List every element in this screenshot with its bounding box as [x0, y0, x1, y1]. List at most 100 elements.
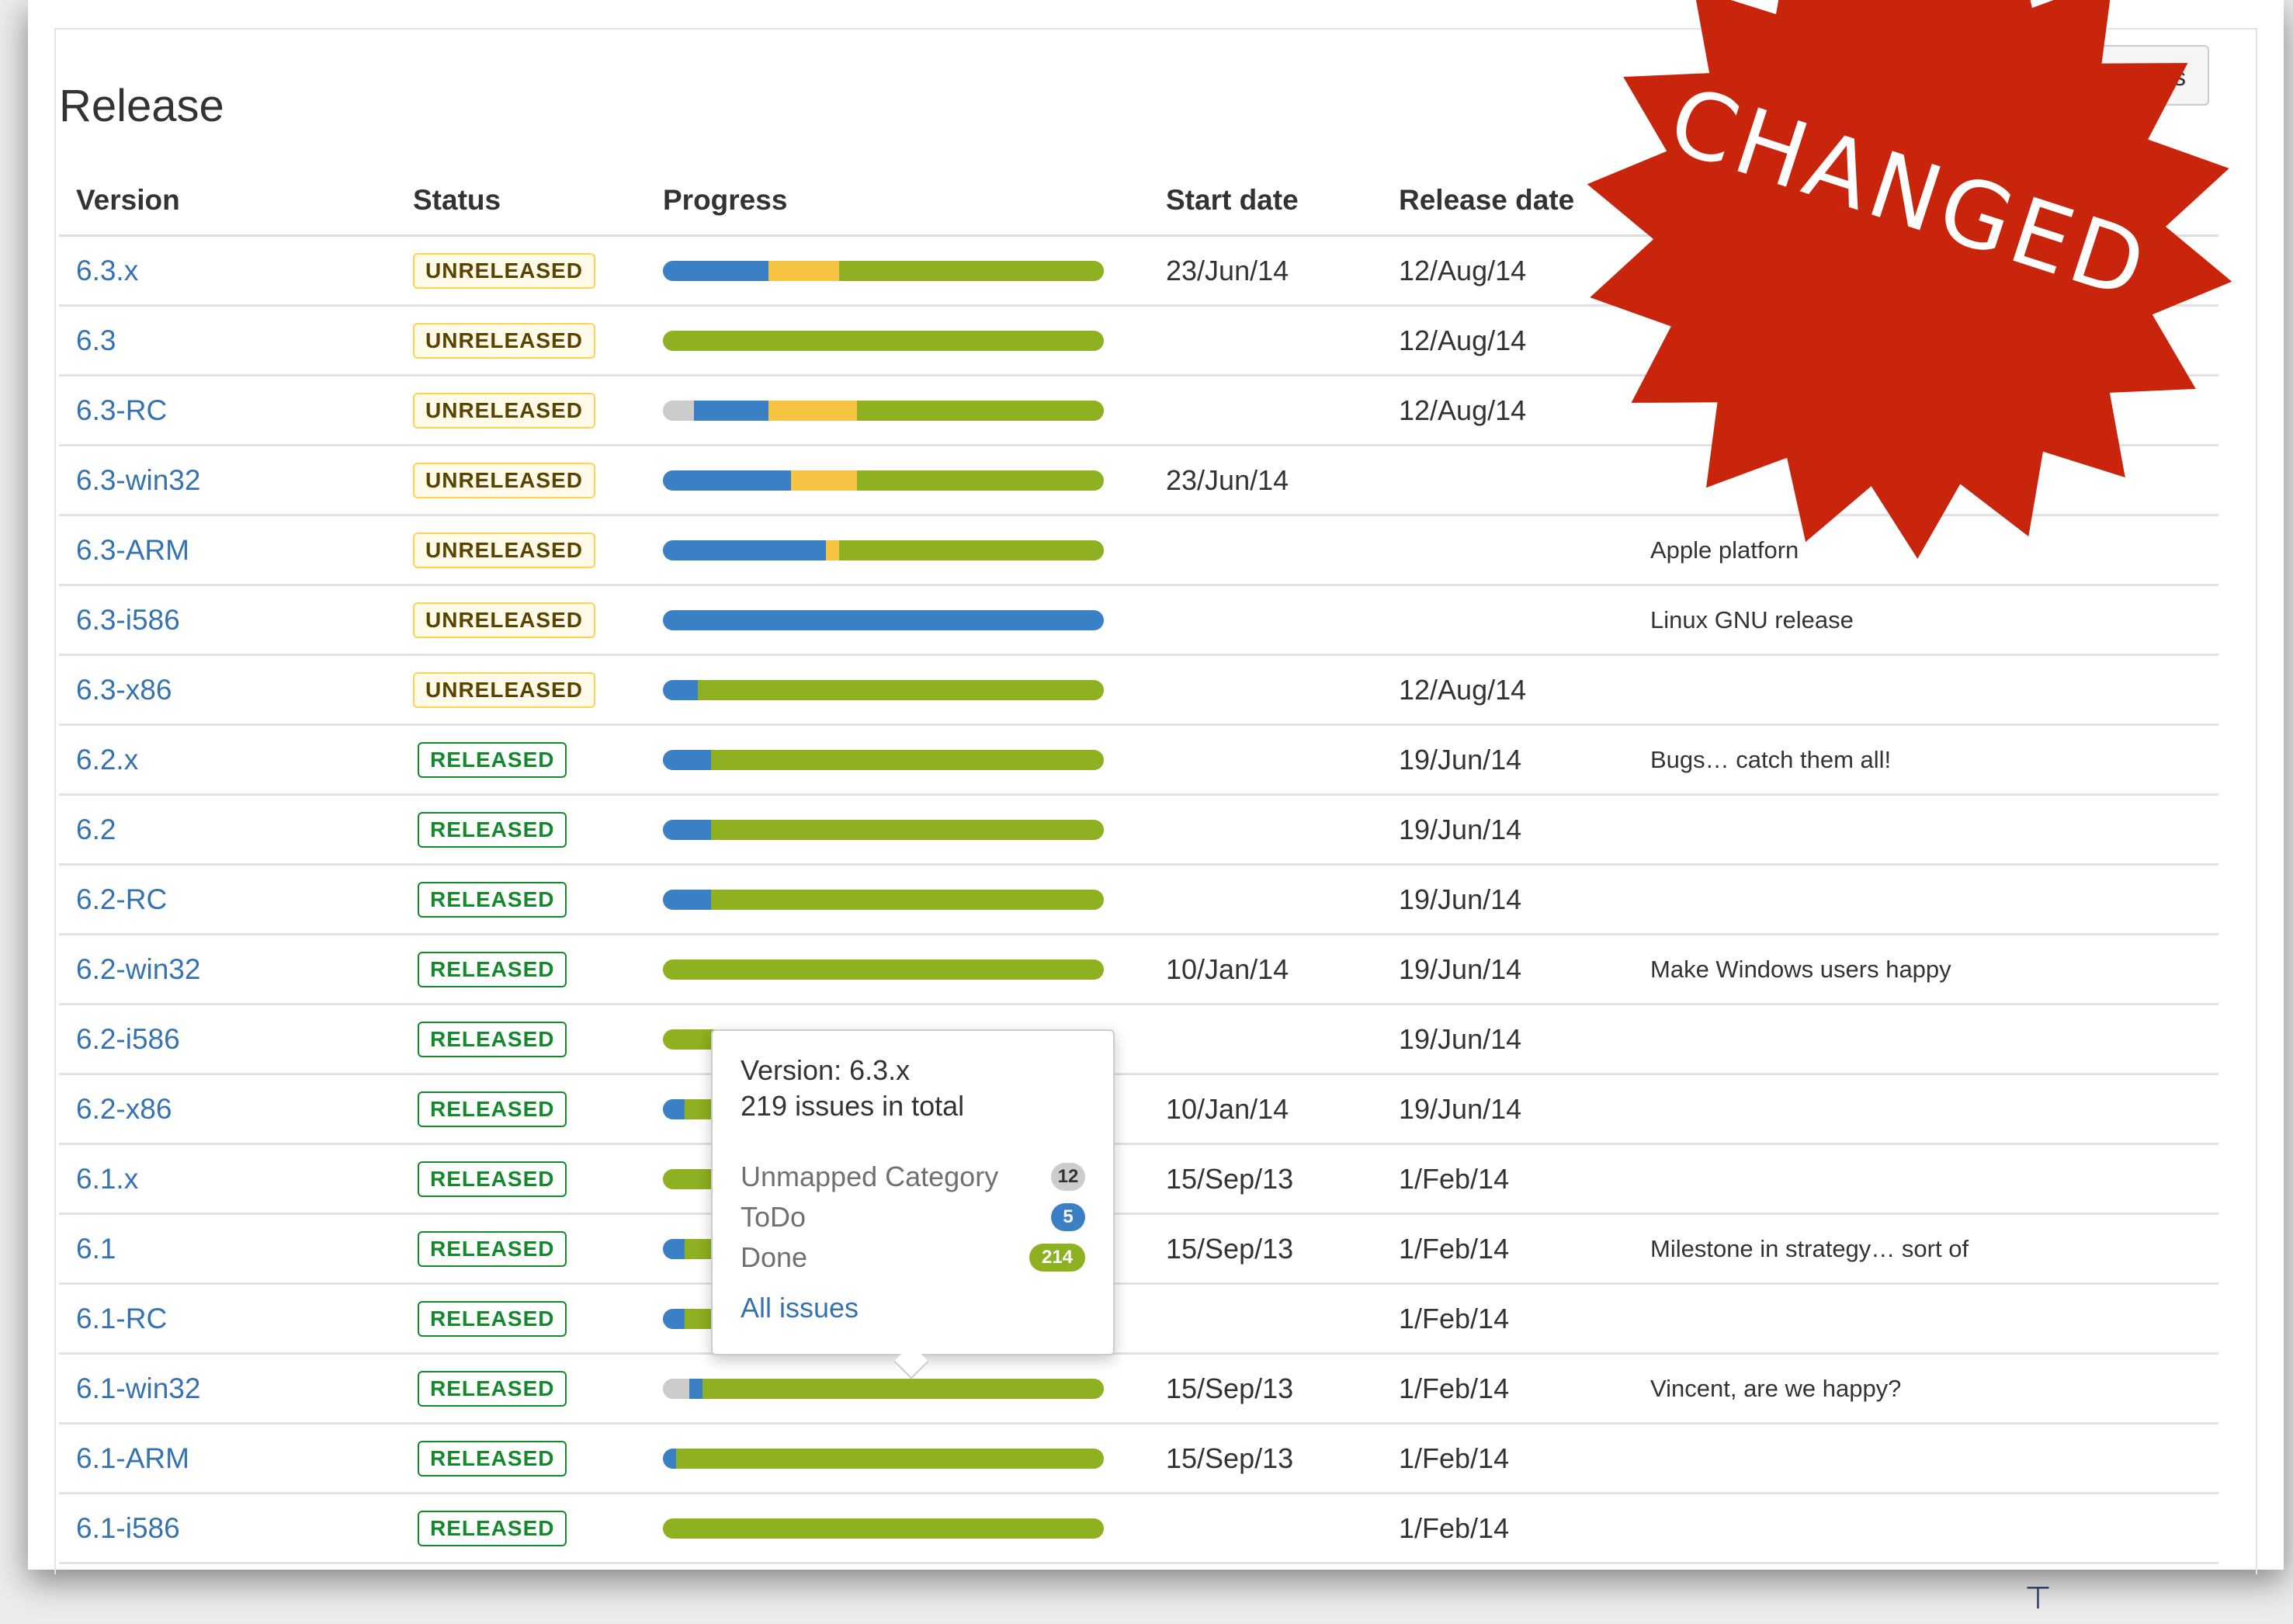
progress-bar[interactable] [663, 470, 1104, 491]
start-date [1149, 375, 1382, 446]
status-badge: UNRELEASED [413, 672, 595, 708]
start-date [1149, 794, 1382, 866]
release-date: 19/Jun/14 [1382, 724, 1633, 796]
version-link[interactable]: 6.2-x86 [76, 1093, 172, 1125]
column-header-progress[interactable]: Progress [646, 166, 1149, 237]
progress-segment-blue [663, 889, 712, 910]
version-link[interactable]: 6.1.x [76, 1163, 138, 1195]
progress-bar[interactable] [663, 819, 1104, 840]
status-badge: RELEASED [418, 1371, 567, 1407]
status-badge: RELEASED [418, 1231, 567, 1267]
progress-bar[interactable] [663, 1448, 1104, 1469]
progress-bar[interactable] [663, 749, 1104, 770]
version-link[interactable]: 6.3-x86 [76, 674, 172, 706]
start-date [1149, 305, 1382, 377]
version-link[interactable]: 6.1-i586 [76, 1512, 180, 1544]
progress-bar[interactable] [663, 679, 1104, 700]
progress-segment-green [856, 470, 1104, 491]
count-badge: 5 [1051, 1203, 1085, 1231]
version-link[interactable]: 6.1-ARM [76, 1442, 189, 1474]
progress-segment-green [856, 400, 1104, 421]
version-link[interactable]: 6.1 [76, 1233, 116, 1265]
status-badge: UNRELEASED [413, 463, 595, 498]
description [1633, 1143, 2218, 1215]
progress-segment-green [702, 1378, 1104, 1399]
all-issues-link[interactable]: All issues [741, 1292, 1085, 1324]
progress-bar[interactable] [663, 330, 1104, 351]
version-link[interactable]: 6.3.x [76, 255, 138, 286]
description [1633, 1493, 2218, 1564]
progress-segment-grey [663, 400, 694, 421]
version-link[interactable]: 6.2.x [76, 744, 138, 776]
progress-segment-blue [663, 609, 1104, 630]
release-date: 19/Jun/14 [1382, 794, 1633, 866]
release-date: 19/Jun/14 [1382, 934, 1633, 1005]
progress-bar[interactable] [663, 959, 1104, 980]
progress-segment-blue [663, 749, 712, 770]
version-link[interactable]: 6.2-RC [76, 883, 167, 915]
progress-segment-green [711, 889, 1104, 910]
release-date: 1/Feb/14 [1382, 1423, 1633, 1494]
progress-segment-green [663, 1518, 1104, 1539]
page-title: Release [59, 80, 224, 131]
status-badge: UNRELEASED [413, 602, 595, 638]
category-label: ToDo [741, 1201, 807, 1233]
version-link[interactable]: 6.2-win32 [76, 953, 200, 985]
status-badge: UNRELEASED [413, 533, 595, 568]
status-badge: UNRELEASED [413, 393, 595, 429]
progress-bar[interactable] [663, 889, 1104, 910]
progress-bar[interactable] [663, 260, 1104, 281]
version-link[interactable]: 6.1-RC [76, 1303, 167, 1334]
start-date: 23/Jun/14 [1149, 235, 1382, 307]
progress-bar[interactable] [663, 540, 1104, 560]
category-label: Done [741, 1241, 808, 1273]
progress-segment-green [839, 540, 1104, 560]
progress-segment-blue [663, 1448, 677, 1469]
table-row: 6.2-win32 RELEASED 10/Jan/14 19/Jun/14 Make … [59, 934, 2218, 1005]
column-header-status[interactable]: Status [396, 166, 646, 237]
status-badge: RELEASED [418, 742, 567, 778]
description [1633, 1004, 2218, 1075]
progress-tooltip: Version: 6.3.x 219 issues in total Unmap… [711, 1029, 1115, 1355]
status-badge: RELEASED [418, 1091, 567, 1127]
tooltip-category-todo: ToDo 5 [741, 1197, 1085, 1237]
start-date: 10/Jan/14 [1149, 934, 1382, 1005]
progress-segment-green [711, 749, 1104, 770]
tooltip-category-unmapped: Unmapped Category 12 [741, 1157, 1085, 1197]
progress-segment-blue [689, 1378, 703, 1399]
progress-bar[interactable] [663, 1378, 1104, 1399]
status-badge: UNRELEASED [413, 323, 595, 359]
column-header-version[interactable]: Version [59, 166, 396, 237]
status-badge: RELEASED [418, 1511, 567, 1546]
release-date: 1/Feb/14 [1382, 1353, 1633, 1424]
progress-bar[interactable] [663, 400, 1104, 421]
start-date [1149, 654, 1382, 726]
progress-segment-blue [663, 260, 769, 281]
version-link[interactable]: 6.2 [76, 814, 116, 845]
status-badge: RELEASED [418, 1022, 567, 1057]
progress-bar[interactable] [663, 609, 1104, 630]
progress-bar[interactable] [663, 1518, 1104, 1539]
table-row: 6.1.x RELEASED 15/Sep/13 1/Feb/14 [59, 1143, 2218, 1215]
progress-segment-yellow [826, 540, 840, 560]
category-label: Unmapped Category [741, 1161, 999, 1192]
version-link[interactable]: 6.2-i586 [76, 1023, 180, 1055]
version-link[interactable]: 6.3-win32 [76, 464, 200, 496]
start-date [1149, 864, 1382, 935]
description: Linux GNU release [1633, 585, 2218, 656]
version-link[interactable]: 6.3 [76, 324, 116, 356]
table-row: 6.3-i586 UNRELEASED Linux GNU release [59, 585, 2218, 656]
description [1633, 1423, 2218, 1494]
column-header-start-date[interactable]: Start date [1149, 166, 1382, 237]
start-date [1149, 1493, 1382, 1564]
start-date [1149, 515, 1382, 586]
version-link[interactable]: 6.3-RC [76, 394, 167, 426]
status-badge: RELEASED [418, 1441, 567, 1477]
release-date: 1/Feb/14 [1382, 1213, 1633, 1285]
version-link[interactable]: 6.3-i586 [76, 604, 180, 636]
version-link[interactable]: 6.3-ARM [76, 534, 189, 566]
progress-segment-blue [663, 819, 712, 840]
version-link[interactable]: 6.1-win32 [76, 1372, 200, 1404]
count-badge: 12 [1051, 1163, 1085, 1191]
table-row: 6.1 RELEASED 15/Sep/13 1/Feb/14 Milestone in… [59, 1213, 2218, 1285]
